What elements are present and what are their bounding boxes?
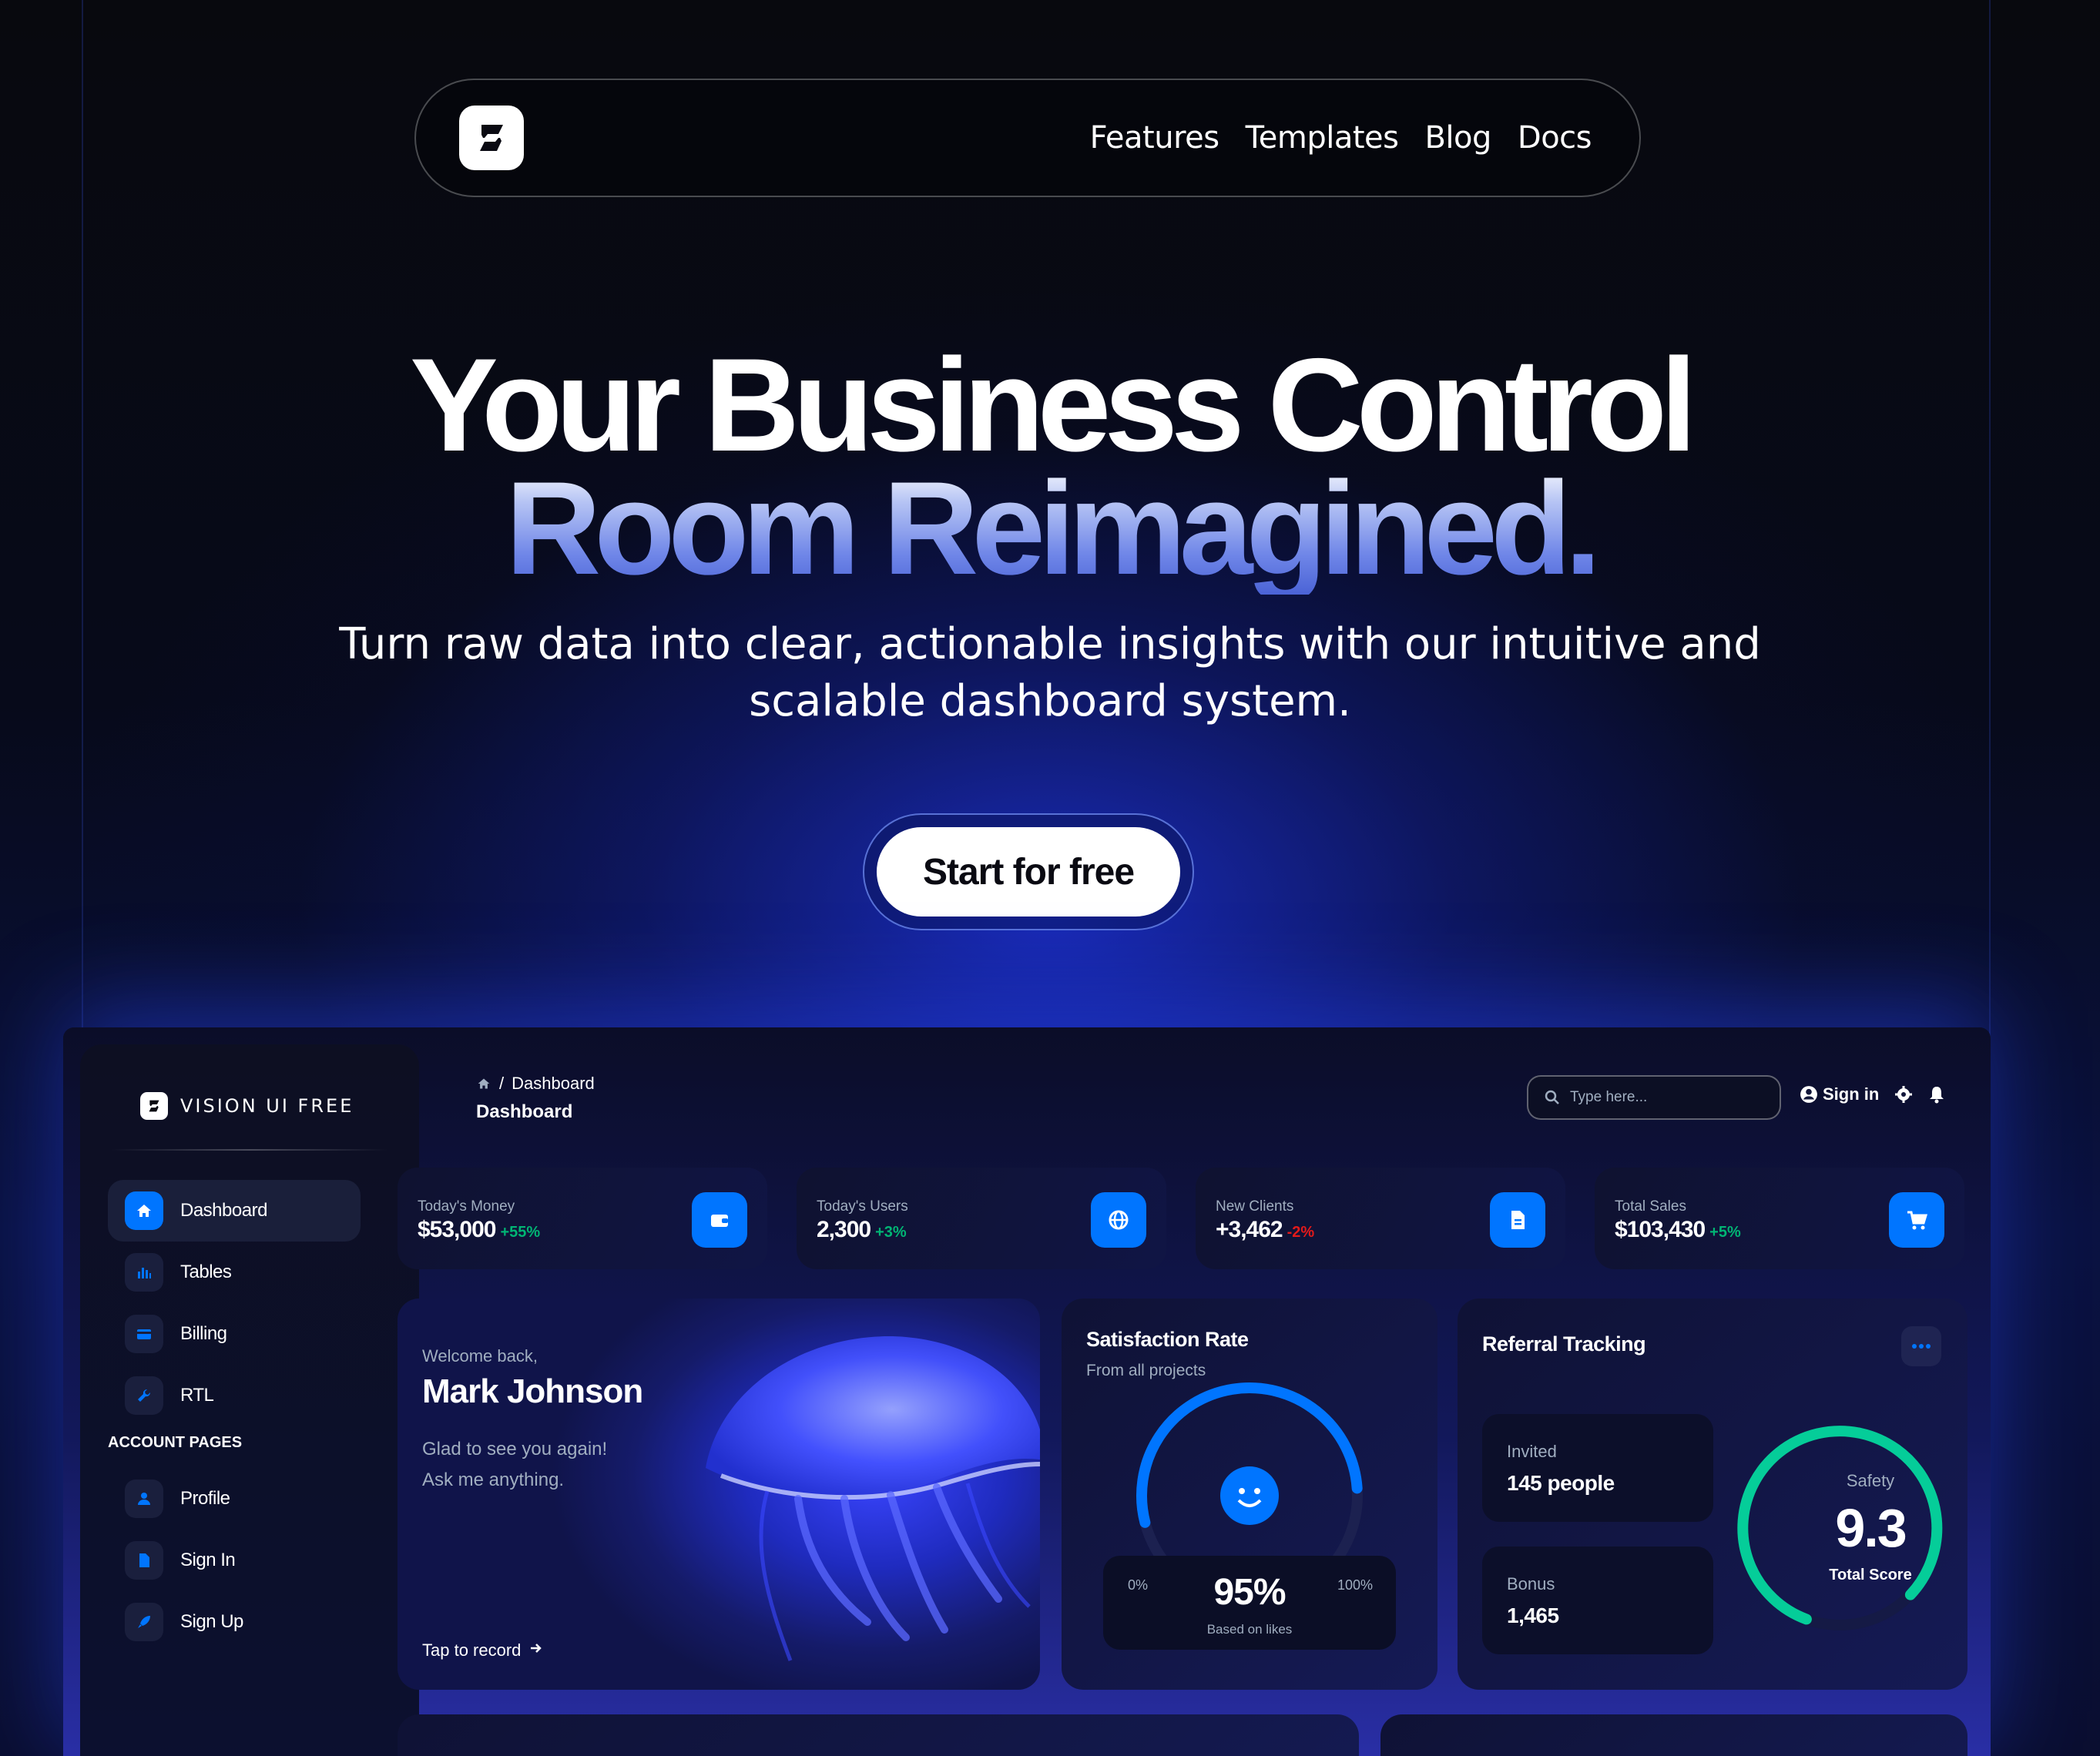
stat-label: Today's Users [817,1198,908,1215]
nav-links: Features Templates Blog Docs [1090,120,1592,156]
tap-to-record-label: Tap to record [422,1640,522,1660]
breadcrumb-separator: / [499,1074,505,1093]
stat-label: Today's Money [418,1198,515,1215]
dashboard-preview: VISION UI FREE Dashboard Tables Billing [63,1027,1991,1756]
stat-card-sales[interactable]: Total Sales $103,430 +5% [1595,1168,1964,1269]
breadcrumb-current[interactable]: Dashboard [512,1074,595,1094]
stat-card-users[interactable]: Today's Users 2,300 +3% [797,1168,1166,1269]
sidebar-item-label: Sign Up [180,1611,243,1632]
jellyfish-image [706,1336,1040,1661]
stat-label: New Clients [1216,1198,1294,1215]
sidebar-item-label: Sign In [180,1550,236,1570]
home-icon[interactable] [476,1077,491,1091]
safety-score-gauge [1737,1426,1943,1630]
stat-card-money[interactable]: Today's Money $53,000 +55% [398,1168,767,1269]
referral-card: Referral Tracking Invited 145 people Bon… [1458,1299,1967,1690]
sidebar-item-label: RTL [180,1385,214,1406]
total-score-label: Total Score [1829,1567,1912,1583]
topbar-actions: Sign in [1800,1084,1945,1104]
stat-change: +55% [500,1224,541,1241]
sidebar-item-rtl[interactable]: RTL [108,1365,361,1426]
safety-score: 9.3 [1835,1498,1907,1558]
hero-title-line2: Room Reimagined. [0,462,2100,595]
sidebar-item-profile[interactable]: Profile [108,1468,361,1530]
page-title: Dashboard [476,1101,573,1122]
sidebar-item-sign-in[interactable]: Sign In [108,1530,361,1591]
sidebar-item-label: Billing [180,1323,227,1344]
sidebar-item-dashboard[interactable]: Dashboard [108,1180,361,1242]
welcome-card: Welcome back, Mark Johnson Glad to see y… [398,1299,1040,1690]
hero-title-line1: Your Business Control [410,331,1697,479]
sidebar-item-label: Profile [180,1488,230,1509]
sidebar-brand[interactable]: VISION UI FREE [140,1092,354,1120]
welcome-line2: Ask me anything. [422,1469,565,1490]
stat-change: +5% [1709,1224,1741,1241]
bottom-card-right [1380,1714,1967,1756]
stat-card-clients[interactable]: New Clients +3,462 -2% [1196,1168,1565,1269]
stat-change: -2% [1287,1224,1315,1241]
cart-icon [1889,1192,1944,1248]
sidebar-item-label: Tables [180,1262,232,1282]
sidebar-brand-name: VISION UI FREE [180,1095,354,1117]
bell-icon[interactable] [1928,1085,1945,1104]
nav-link-templates[interactable]: Templates [1246,120,1399,156]
rocket-icon [125,1603,163,1641]
top-navbar: Features Templates Blog Docs [414,79,1641,197]
sidebar-item-sign-up[interactable]: Sign Up [108,1591,361,1653]
credit-card-icon [125,1315,163,1353]
sidebar-section-title: ACCOUNT PAGES [108,1434,243,1451]
search-icon [1545,1090,1559,1104]
start-for-free-button[interactable]: Start for free [877,827,1180,917]
home-icon [125,1191,163,1230]
stat-value: +3,462 -2% [1216,1217,1315,1242]
sign-in-link[interactable]: Sign in [1800,1084,1879,1104]
welcome-name: Mark Johnson [422,1372,643,1410]
wallet-icon [692,1192,747,1248]
stat-value: 2,300 +3% [817,1217,907,1242]
person-icon [125,1480,163,1518]
sidebar-item-label: Dashboard [180,1200,267,1221]
satisfaction-card: Satisfaction Rate From all projects 0% 1… [1062,1299,1437,1690]
welcome-line1: Glad to see you again! [422,1439,608,1459]
sidebar-divider [111,1149,388,1151]
stat-label: Total Sales [1615,1198,1686,1215]
sidebar-item-tables[interactable]: Tables [108,1242,361,1303]
dashboard-sidebar: VISION UI FREE Dashboard Tables Billing [80,1044,419,1756]
document-icon [1490,1192,1545,1248]
document-icon [125,1541,163,1580]
wrench-icon [125,1376,163,1415]
satisfaction-value-box: 0% 100% 95% Based on likes [1103,1556,1396,1650]
tap-to-record-link[interactable]: Tap to record [422,1640,544,1660]
search-box [1527,1075,1781,1120]
search-input[interactable] [1570,1089,1755,1106]
arrow-right-icon [531,1644,542,1653]
gear-icon[interactable] [1894,1085,1913,1104]
satisfaction-value: 95% [1213,1572,1286,1613]
brand-logo-icon [140,1092,168,1120]
sidebar-item-billing[interactable]: Billing [108,1303,361,1365]
welcome-message: Glad to see you again! Ask me anything. [422,1434,669,1496]
stat-value: $103,430 +5% [1615,1217,1741,1242]
satisfaction-note: Based on likes [1206,1622,1293,1637]
globe-icon [1091,1192,1146,1248]
welcome-greeting: Welcome back, [422,1346,538,1366]
hero-subtitle: Turn raw data into clear, actionable ins… [339,619,1761,726]
nav-link-docs[interactable]: Docs [1518,120,1592,156]
stat-change: +3% [875,1224,907,1241]
bar-chart-icon [125,1253,163,1292]
smiley-icon [1220,1466,1279,1525]
safety-label: Safety [1846,1471,1895,1490]
breadcrumb: / Dashboard [476,1074,595,1094]
nav-link-blog[interactable]: Blog [1424,120,1491,156]
stat-value: $53,000 +55% [418,1217,541,1242]
nav-link-features[interactable]: Features [1090,120,1220,156]
sign-in-label: Sign in [1823,1084,1880,1104]
brand-logo-icon[interactable] [459,106,524,170]
bottom-card-left [398,1714,1359,1756]
user-circle-icon [1800,1086,1817,1103]
